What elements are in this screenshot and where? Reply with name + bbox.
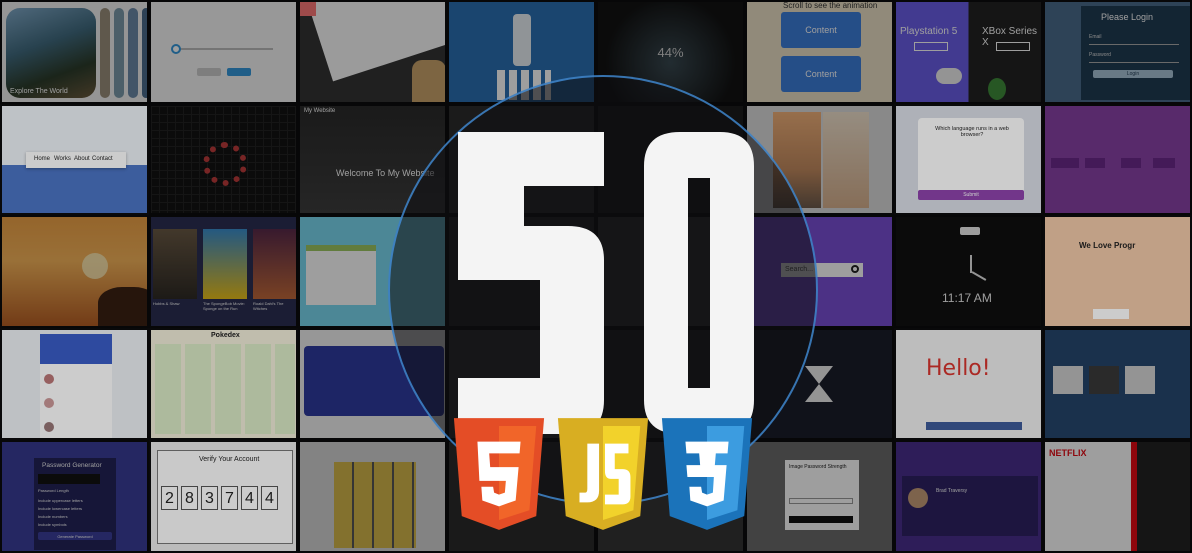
pokedex-title: Pokedex <box>211 332 240 339</box>
tile-dark-middle-2 <box>596 328 745 440</box>
tile-hidden-search <box>447 0 596 104</box>
tile-dark-lower-2 <box>596 440 745 553</box>
tile-hoverboard <box>149 104 298 215</box>
nav-works[interactable]: Works <box>54 156 71 162</box>
tile-theme-clock: 11:17 AM <box>894 215 1043 328</box>
strength-title: Image Password Strength <box>789 464 847 470</box>
movie-1-title: Hobbs & Shaw <box>153 301 180 306</box>
tile-drawing-app: Hello! <box>894 328 1043 440</box>
verify-digit[interactable]: 4 <box>241 486 258 510</box>
website-title: Welcome To My Website <box>336 168 435 178</box>
password-title: Password Generator <box>42 462 102 469</box>
tile-expanding-cards: Explore The World <box>0 0 149 104</box>
tile-blurry-loading: 44% <box>596 0 745 104</box>
tile-testimonial <box>298 328 447 440</box>
verify-digit[interactable]: 8 <box>181 486 198 510</box>
tile-dark-lower <box>447 440 596 553</box>
tile-dark-middle <box>447 328 596 440</box>
love-prog-text: We Love Progr <box>1079 241 1136 250</box>
search-icon[interactable] <box>851 265 859 273</box>
login-email-label: Email <box>1089 34 1102 40</box>
tile-password-generator: Password Generator Password Length Inclu… <box>0 440 149 553</box>
tile-website-hero: My Website Welcome To My Website <box>298 104 447 215</box>
tile-notes-app <box>298 215 447 328</box>
movie-3-title: Roald Dahl's The Witches <box>253 301 284 311</box>
verify-title: Verify Your Account <box>199 456 260 463</box>
pw-opt-4: Include symbols <box>38 522 67 527</box>
loading-percent: 44% <box>657 44 684 60</box>
pw-opt-3: Include numbers <box>38 514 68 519</box>
tile-editor-dark <box>596 215 745 328</box>
tile-ripple-buttons <box>1043 104 1192 215</box>
movie-2-title: The SpongeBob Movie: Sponge on the Run <box>203 301 245 311</box>
profile-name: Brad Traversy <box>936 488 968 494</box>
tile-progress-steps <box>149 0 298 104</box>
next-button[interactable] <box>227 68 251 76</box>
tile-auto-text: We Love Progr <box>1043 215 1192 328</box>
quiz-question: Which language runs in a web browser? <box>935 126 1009 138</box>
tile-sunset-background <box>0 215 149 328</box>
tile-profile-card: Brad Traversy <box>894 440 1043 553</box>
tile-form-wave: Please Login Email Password Login <box>1043 0 1192 104</box>
login-password-label: Password <box>1089 52 1111 58</box>
tile-scroll-animation: Scroll to see the animation Content Cont… <box>745 0 894 104</box>
tile-movie-app: Hobbs & Shaw The SpongeBob Movie: Sponge… <box>149 215 298 328</box>
tile-image-grid <box>298 440 447 553</box>
clock-time: 11:17 AM <box>942 291 992 305</box>
nav-home[interactable]: Home <box>34 156 50 162</box>
prev-button[interactable] <box>197 68 221 76</box>
nav-about[interactable]: About <box>74 156 90 162</box>
login-title: Please Login <box>1101 12 1154 22</box>
content-card-1: Content <box>781 12 861 48</box>
tile-rotating-nav <box>298 0 447 104</box>
nav-contact[interactable]: Contact <box>92 156 113 162</box>
pw-opt-1: Include uppercase letters <box>38 498 83 503</box>
pw-opt-2: Include lowercase letters <box>38 506 83 511</box>
tile-password-strength: Image Password Strength <box>745 440 894 553</box>
pw-length-label: Password Length <box>38 488 69 493</box>
verify-digit[interactable]: 2 <box>161 486 178 510</box>
verify-digit[interactable]: 7 <box>221 486 238 510</box>
hello-drawing: Hello! <box>926 356 991 381</box>
tile-verify-account: Verify Your Account 283744 <box>149 440 298 553</box>
landscape-card <box>6 8 96 98</box>
tile-search-widget: Search... <box>745 215 894 328</box>
tile-image-gallery <box>1043 328 1192 440</box>
verify-digit[interactable]: 4 <box>261 486 278 510</box>
tile-split-landing: Playstation 5 XBox Series X <box>894 0 1043 104</box>
generate-password-button[interactable]: Generate Password <box>38 532 112 540</box>
verify-digits[interactable]: 283744 <box>161 486 281 510</box>
tile-dark-panel <box>596 104 745 215</box>
netflix-logo: NETFLIX <box>1049 448 1087 458</box>
tile-dark-editor <box>447 104 596 215</box>
quiz-submit[interactable]: Submit <box>918 190 1024 200</box>
tile-quiz: Which language runs in a web browser? Su… <box>894 104 1043 215</box>
tile-dark-app <box>447 215 596 328</box>
my-website-label: My Website <box>304 108 336 114</box>
background-collage: Explore The World 44% Scroll to see the … <box>0 0 1192 553</box>
content-card-2: Content <box>781 56 861 92</box>
scroll-label: Scroll to see the animation <box>783 1 878 10</box>
avatar <box>908 488 928 508</box>
login-button[interactable]: Login <box>1093 70 1173 78</box>
explore-label: Explore The World <box>10 88 68 95</box>
search-placeholder: Search... <box>785 266 814 273</box>
tile-contacts-list <box>0 328 149 440</box>
tile-animated-navigation: Home Works About Contact <box>0 104 149 215</box>
tile-hourglass <box>745 328 894 440</box>
ps5-label: Playstation 5 <box>900 26 958 37</box>
tile-netflix-nav: NETFLIX <box>1043 440 1192 553</box>
tile-split-images <box>745 104 894 215</box>
verify-digit[interactable]: 3 <box>201 486 218 510</box>
tile-pokedex: Pokedex <box>149 328 298 440</box>
